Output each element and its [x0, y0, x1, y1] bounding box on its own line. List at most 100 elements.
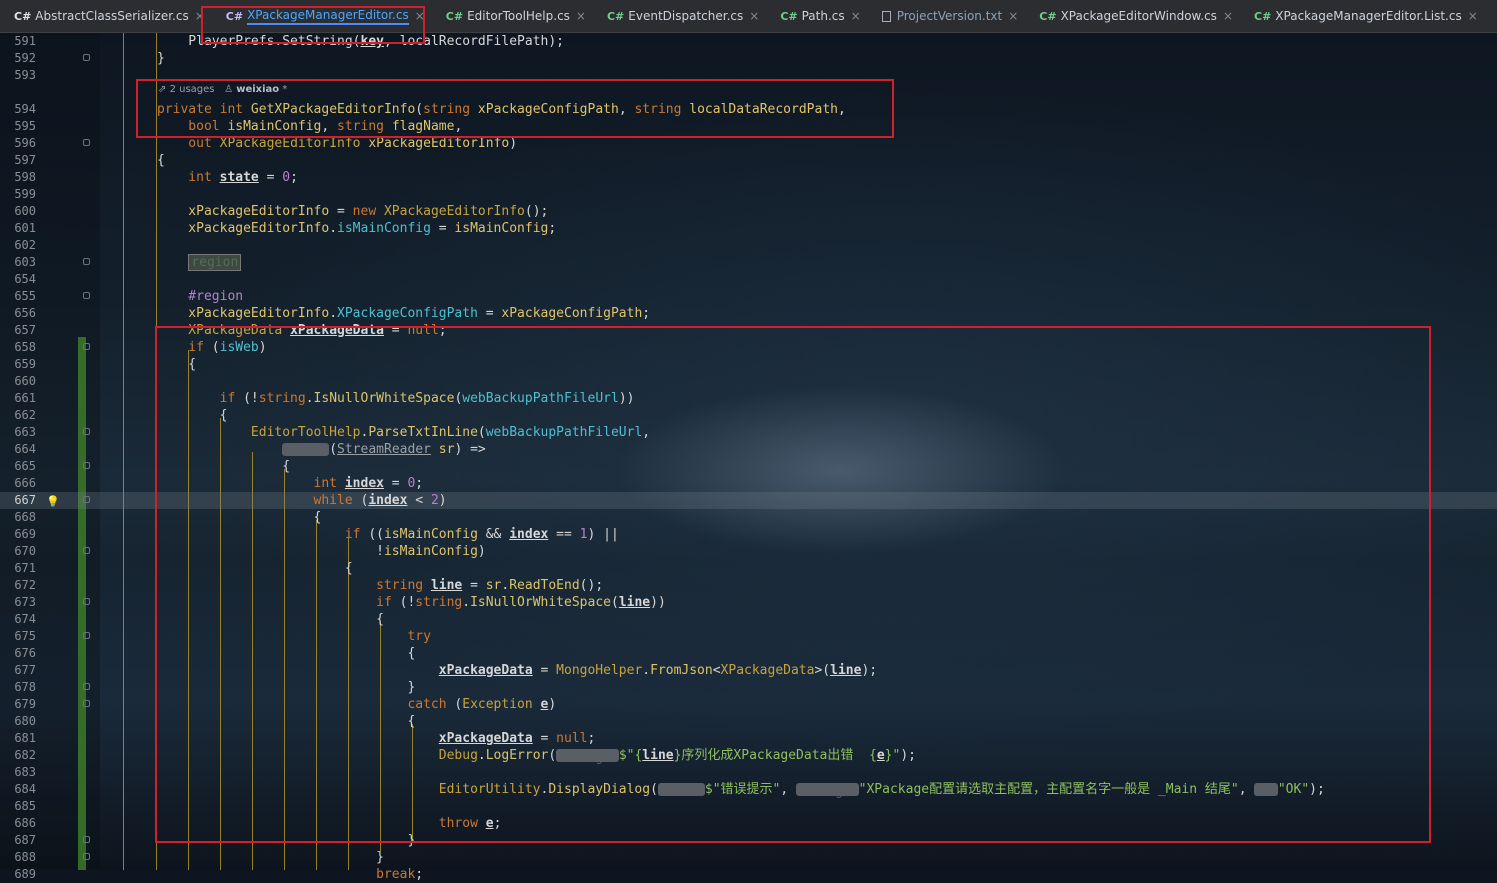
fold-toggle-icon[interactable]: [83, 496, 90, 503]
code-line[interactable]: 592}: [0, 50, 1497, 67]
close-tab-icon[interactable]: ×: [1223, 9, 1233, 23]
tab-xpackageeditorwindow-cs[interactable]: C# XPackageEditorWindow.cs ×: [1025, 0, 1240, 32]
line-number[interactable]: 657: [0, 322, 36, 339]
fold-toggle-icon[interactable]: [83, 547, 90, 554]
line-number[interactable]: 674: [0, 611, 36, 628]
code-line[interactable]: 602: [0, 237, 1497, 254]
line-number[interactable]: 659: [0, 356, 36, 373]
line-number[interactable]: 669: [0, 526, 36, 543]
fold-toggle-icon[interactable]: [83, 598, 90, 605]
line-number[interactable]: 675: [0, 628, 36, 645]
code-line[interactable]: 656 xPackageEditorInfo.XPackageConfigPat…: [0, 305, 1497, 322]
line-number[interactable]: 681: [0, 730, 36, 747]
code-line[interactable]: 603 region: [0, 254, 1497, 271]
line-number[interactable]: 672: [0, 577, 36, 594]
code-line[interactable]: 654: [0, 271, 1497, 288]
line-number[interactable]: 667: [0, 492, 36, 509]
line-number[interactable]: 597: [0, 152, 36, 169]
fold-toggle-icon[interactable]: [83, 462, 90, 469]
line-number[interactable]: 685: [0, 798, 36, 815]
tab-projectversion-txt[interactable]: ProjectVersion.txt ×: [868, 0, 1026, 32]
tab-editortoolhelp-cs[interactable]: C# EditorToolHelp.cs ×: [432, 0, 593, 32]
line-number[interactable]: 683: [0, 764, 36, 781]
code-line[interactable]: 655 #region: [0, 288, 1497, 305]
close-tab-icon[interactable]: ×: [576, 9, 586, 23]
line-number[interactable]: 593: [0, 67, 36, 84]
close-tab-icon[interactable]: ×: [851, 9, 861, 23]
code-line[interactable]: 598 int state = 0;: [0, 169, 1497, 186]
line-number[interactable]: 664: [0, 441, 36, 458]
fold-toggle-icon[interactable]: [83, 428, 90, 435]
close-tab-icon[interactable]: ×: [1008, 9, 1018, 23]
line-number[interactable]: 594: [0, 101, 36, 118]
code-text: break;: [157, 866, 423, 883]
line-number[interactable]: 592: [0, 50, 36, 67]
line-number[interactable]: 688: [0, 849, 36, 866]
line-number[interactable]: 677: [0, 662, 36, 679]
line-number[interactable]: 666: [0, 475, 36, 492]
line-number[interactable]: 595: [0, 118, 36, 135]
fold-toggle-icon[interactable]: [83, 258, 90, 265]
line-number[interactable]: 599: [0, 186, 36, 203]
tab-label: Path.cs: [801, 9, 845, 23]
line-number[interactable]: 662: [0, 407, 36, 424]
tab-xpackagemanagereditor-list-cs[interactable]: C# XPackageManagerEditor.List.cs ×: [1240, 0, 1485, 32]
line-number[interactable]: 680: [0, 713, 36, 730]
line-number[interactable]: 656: [0, 305, 36, 322]
line-number[interactable]: 678: [0, 679, 36, 696]
annotation-box-body: [155, 326, 1431, 843]
fold-toggle-icon[interactable]: [83, 139, 90, 146]
line-number[interactable]: 600: [0, 203, 36, 220]
line-number[interactable]: 668: [0, 509, 36, 526]
line-number[interactable]: 603: [0, 254, 36, 271]
collapsed-region[interactable]: region: [188, 254, 242, 271]
fold-toggle-icon[interactable]: [83, 343, 90, 350]
code-token: .: [329, 306, 338, 321]
line-number[interactable]: 682: [0, 747, 36, 764]
fold-toggle-icon[interactable]: [83, 700, 90, 707]
line-number[interactable]: 686: [0, 815, 36, 832]
line-number[interactable]: 684: [0, 781, 36, 798]
code-line[interactable]: 601 xPackageEditorInfo.isMainConfig = is…: [0, 220, 1497, 237]
tab-label: EventDispatcher.cs: [628, 9, 744, 23]
line-number[interactable]: 687: [0, 832, 36, 849]
tab-xpackag[interactable]: C#XPackag: [1485, 0, 1497, 32]
line-number[interactable]: 655: [0, 288, 36, 305]
code-line[interactable]: 688 }: [0, 849, 1497, 866]
fold-toggle-icon[interactable]: [83, 683, 90, 690]
code-line[interactable]: 689 break;: [0, 866, 1497, 883]
fold-toggle-icon[interactable]: [83, 54, 90, 61]
fold-toggle-icon[interactable]: [83, 853, 90, 860]
line-number[interactable]: 661: [0, 390, 36, 407]
line-number[interactable]: 663: [0, 424, 36, 441]
close-tab-icon[interactable]: ×: [1468, 9, 1478, 23]
code-line[interactable]: 599: [0, 186, 1497, 203]
line-number[interactable]: 601: [0, 220, 36, 237]
line-number[interactable]: 679: [0, 696, 36, 713]
line-number[interactable]: 602: [0, 237, 36, 254]
code-token: state: [219, 170, 259, 185]
lightbulb-icon[interactable]: 💡: [46, 493, 60, 510]
line-number[interactable]: 671: [0, 560, 36, 577]
line-number[interactable]: 658: [0, 339, 36, 356]
line-number[interactable]: 596: [0, 135, 36, 152]
close-tab-icon[interactable]: ×: [749, 9, 759, 23]
fold-toggle-icon[interactable]: [83, 632, 90, 639]
code-line[interactable]: 600 xPackageEditorInfo = new XPackageEdi…: [0, 203, 1497, 220]
line-number[interactable]: 676: [0, 645, 36, 662]
line-number[interactable]: 673: [0, 594, 36, 611]
line-number[interactable]: 591: [0, 33, 36, 50]
line-number[interactable]: 660: [0, 373, 36, 390]
fold-toggle-icon[interactable]: [83, 836, 90, 843]
tab-path-cs[interactable]: C# Path.cs ×: [766, 0, 867, 32]
line-number[interactable]: 665: [0, 458, 36, 475]
tab-label: EditorToolHelp.cs: [467, 9, 570, 23]
line-number[interactable]: 654: [0, 271, 36, 288]
line-number[interactable]: 670: [0, 543, 36, 560]
fold-toggle-icon[interactable]: [83, 292, 90, 299]
tab-abstractclassserializer-cs[interactable]: C# AbstractClassSerializer.cs ×: [0, 0, 212, 32]
code-line[interactable]: 597 {: [0, 152, 1497, 169]
tab-eventdispatcher-cs[interactable]: C# EventDispatcher.cs ×: [593, 0, 766, 32]
line-number[interactable]: 689: [0, 866, 36, 883]
line-number[interactable]: 598: [0, 169, 36, 186]
